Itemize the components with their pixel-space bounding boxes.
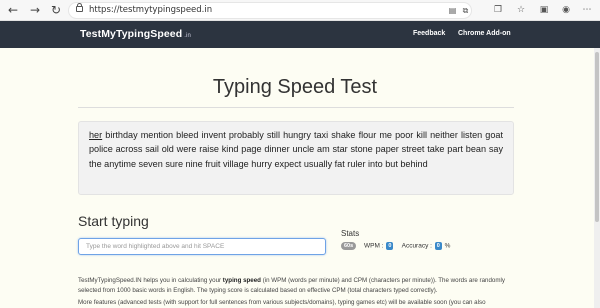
favorites-icon[interactable]: ☆: [515, 4, 527, 16]
features-paragraph: More features (advanced tests (with supp…: [78, 299, 486, 306]
collections-icon[interactable]: ❐: [492, 4, 504, 16]
word-list: birthday mention bleed invent probably s…: [89, 130, 504, 169]
description-paragraph: TestMyTypingSpeed.IN helps you in calcul…: [78, 276, 518, 295]
forward-icon[interactable]: →: [28, 3, 42, 17]
scrollbar-thumb[interactable]: [595, 52, 599, 222]
tab-icon[interactable]: ▣: [538, 4, 550, 16]
description-bold: typing speed: [222, 277, 261, 284]
typing-input[interactable]: [78, 238, 326, 255]
words-panel: her birthday mention bleed invent probab…: [78, 121, 514, 195]
lock-icon[interactable]: [76, 3, 83, 12]
highlighted-word: her: [89, 130, 103, 140]
accuracy-label: Accuracy :: [401, 242, 432, 250]
accuracy-value: 0: [434, 242, 442, 250]
brand-suffix[interactable]: .in: [184, 33, 191, 39]
page-scrollbar[interactable]: [594, 48, 600, 308]
more-icon[interactable]: ⋯: [581, 4, 593, 16]
reader-icon[interactable]: ▤: [447, 5, 458, 16]
extension-icon[interactable]: ⧉: [460, 5, 471, 16]
accuracy-unit: %: [444, 242, 451, 250]
title-divider: [78, 107, 514, 108]
stats-heading: Stats: [341, 229, 360, 238]
url-text[interactable]: https://testmytypingspeed.in: [89, 5, 212, 15]
timer-badge: 60s: [341, 242, 357, 250]
page-title: Typing Speed Test: [212, 76, 378, 98]
back-icon[interactable]: ←: [6, 3, 20, 17]
description-text-a: TestMyTypingSpeed.IN helps you in calcul…: [78, 277, 223, 284]
wpm-label: WPM :: [364, 242, 384, 250]
start-typing-heading: Start typing: [78, 213, 149, 229]
wpm-value: 0: [386, 242, 394, 250]
stats-row: 60s WPM : 0 Accuracy : 0 %: [341, 242, 450, 250]
address-bar[interactable]: https://testmytypingspeed.in ▤ ⧉: [68, 2, 472, 19]
nav-link-chrome-addon[interactable]: Chrome Add-on: [458, 30, 511, 37]
site-navbar: TestMyTypingSpeed .in Feedback Chrome Add…: [0, 21, 600, 48]
refresh-icon[interactable]: ↻: [49, 3, 63, 17]
nav-link-feedback[interactable]: Feedback: [413, 30, 445, 37]
brand-name[interactable]: TestMyTypingSpeed: [80, 28, 182, 40]
browser-toolbar: ← → ↻ https://testmytypingspeed.in ▤ ⧉ ❐…: [0, 0, 600, 21]
brand-logo[interactable]: TestMyTypingSpeed .in: [80, 28, 191, 40]
profile-icon[interactable]: ◉: [560, 4, 572, 16]
